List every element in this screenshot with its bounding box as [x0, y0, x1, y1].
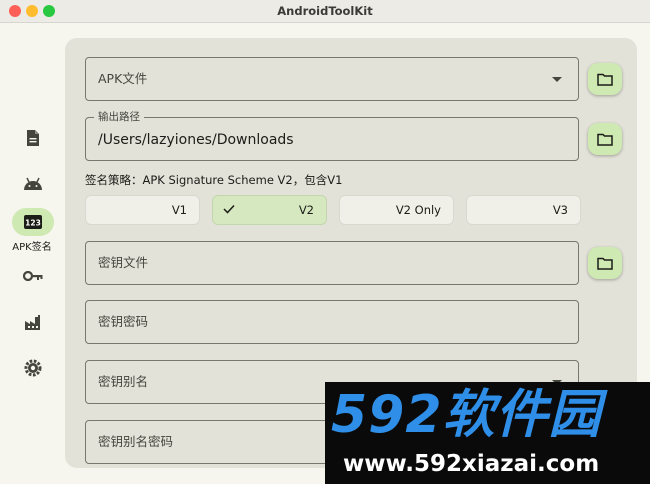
rail-item-apk-sign[interactable]: 123 — [12, 208, 54, 236]
apk-file-folder-button[interactable] — [588, 63, 622, 95]
watermark-overlay: 592软件园 www.592xiazai.com — [325, 382, 650, 484]
folder-icon — [597, 133, 613, 146]
numbers-123-icon: 123 — [24, 215, 42, 229]
key-alias-placeholder: 密钥别名 — [98, 374, 149, 389]
rail-item-factory[interactable] — [12, 308, 54, 336]
rail-item-android[interactable] — [12, 170, 54, 198]
segment-label: V2 — [298, 203, 314, 217]
segment-v2-only[interactable]: V2 Only — [339, 195, 454, 225]
signature-strategy-text: 签名策略：APK Signature Scheme V2，包含V1 — [85, 173, 343, 187]
key-alias-password-placeholder: 密钥别名密码 — [98, 434, 174, 449]
segment-v2[interactable]: V2 — [212, 195, 327, 225]
factory-icon — [25, 315, 40, 330]
segment-label: V2 Only — [395, 203, 441, 217]
keystore-file-folder-button[interactable] — [588, 247, 622, 279]
watermark-url: www.592xiazai.com — [343, 451, 600, 477]
segment-v3[interactable]: V3 — [466, 195, 581, 225]
keystore-password-placeholder: 密钥密码 — [98, 314, 149, 329]
segment-label: V3 — [552, 203, 568, 217]
rail-item-document[interactable] — [12, 124, 54, 152]
output-path-field[interactable]: 输出路径 /Users/lazyiones/Downloads — [85, 110, 579, 161]
watermark-brand: 592软件园 — [331, 385, 602, 445]
keystore-password-field[interactable]: 密钥密码 — [85, 300, 579, 344]
android-icon — [24, 177, 42, 190]
segment-label: V1 — [171, 203, 187, 217]
title-bar: AndroidToolKit — [0, 0, 650, 23]
svg-text:123: 123 — [25, 219, 41, 228]
rail-item-key[interactable] — [12, 262, 54, 290]
navigation-rail: 123 APK签名 — [0, 22, 64, 484]
document-icon — [27, 130, 39, 146]
gear-icon — [24, 359, 42, 377]
segment-v1[interactable]: V1 — [85, 195, 200, 225]
apk-file-placeholder: APK文件 — [98, 71, 148, 86]
check-icon — [223, 204, 235, 214]
apk-file-select[interactable]: APK文件 — [85, 57, 579, 101]
window-title: AndroidToolKit — [277, 4, 373, 18]
dropdown-arrow-icon — [552, 77, 562, 82]
rail-item-settings[interactable] — [12, 354, 54, 382]
output-path-folder-button[interactable] — [588, 123, 622, 155]
output-path-value: /Users/lazyiones/Downloads — [98, 132, 294, 148]
keystore-file-field[interactable]: 密钥文件 — [85, 241, 579, 285]
rail-item-label: APK签名 — [12, 242, 52, 253]
keystore-file-placeholder: 密钥文件 — [98, 255, 149, 270]
folder-icon — [597, 257, 613, 270]
key-icon — [23, 271, 43, 281]
folder-icon — [597, 73, 613, 86]
